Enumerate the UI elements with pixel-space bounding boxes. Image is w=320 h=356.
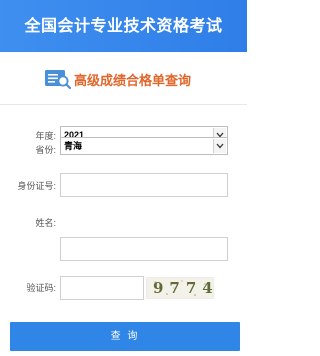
- name-input[interactable]: [60, 237, 228, 261]
- captcha-text: 9774: [153, 279, 214, 297]
- page-title: 全国会计专业技术资格考试: [24, 18, 223, 35]
- page-header: 全国会计专业技术资格考试: [0, 0, 247, 52]
- province-select[interactable]: 青海: [60, 137, 228, 155]
- query-title: 高级成绩合格单查询: [74, 72, 192, 88]
- chevron-down-icon: [216, 143, 224, 149]
- divider: [0, 104, 247, 105]
- id-number-input[interactable]: [60, 173, 228, 197]
- captcha-input[interactable]: [60, 276, 144, 300]
- id-number-label: 身份证号:: [17, 181, 56, 191]
- query-button[interactable]: 查 询: [10, 322, 240, 351]
- captcha-label: 验证码:: [26, 283, 56, 293]
- name-label: 姓名:: [35, 218, 56, 228]
- province-value: 青海: [64, 141, 83, 151]
- captcha-image[interactable]: 9774: [146, 277, 214, 299]
- query-banner: 高级成绩合格单查询: [44, 66, 224, 92]
- province-dropdown-arrow[interactable]: [213, 139, 226, 153]
- year-label: 年度:: [35, 131, 56, 141]
- search-document-icon: [45, 70, 72, 90]
- province-label: 省份:: [35, 145, 56, 155]
